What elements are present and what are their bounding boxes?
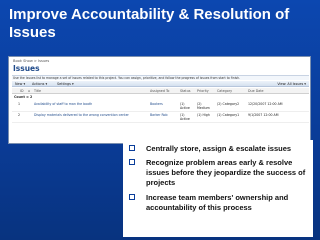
table-row[interactable]: 1 Availability of staff to man the booth… <box>12 101 309 112</box>
row-assigned-to[interactable]: Barker Rob <box>150 113 168 117</box>
square-bullet-icon <box>129 145 135 151</box>
row-due-date: 9/1/2007 12:00 AM <box>248 113 279 117</box>
table-row[interactable]: 2 Display materials delivered to the wro… <box>12 112 309 123</box>
row-title-link[interactable]: Availability of staff to man the booth <box>34 102 146 106</box>
square-bullet-icon <box>129 159 135 165</box>
row-category: (2) Category2 <box>217 102 240 106</box>
row-id: 2 <box>18 113 21 117</box>
row-priority: (2) Medium <box>197 102 210 110</box>
page-title: Issues <box>13 64 40 73</box>
bullet-panel: Centrally store, assign & escalate issue… <box>123 140 313 237</box>
list-description: Use the Issues list to manage a set of i… <box>12 75 309 80</box>
view-selector[interactable]: View: All Issues ▾ <box>277 81 306 87</box>
bullet-text: Recognize problem areas early & resolve … <box>146 158 306 187</box>
new-menu-button[interactable]: New ▾ <box>15 81 25 87</box>
bullet-text: Increase team members' ownership and acc… <box>146 193 289 212</box>
slide-title: Improve Accountability & Resolution of I… <box>9 6 290 41</box>
row-title-link[interactable]: Display materials delivered to the wrong… <box>34 113 146 117</box>
row-assigned-to[interactable]: Bookers <box>150 102 163 106</box>
row-due-date: 12/20/2007 12:00 AM <box>248 102 283 106</box>
row-category: (1) Category1 <box>217 113 240 117</box>
count-group-row[interactable]: Count = 2 <box>12 94 309 101</box>
settings-menu-button[interactable]: Settings ▾ <box>57 81 74 87</box>
sharepoint-issues-screenshot: Book Show > Issues Issues Use the Issues… <box>8 56 311 144</box>
breadcrumb[interactable]: Book Show > Issues <box>13 59 49 63</box>
square-bullet-icon <box>129 194 135 200</box>
bullet-text: Centrally store, assign & escalate issue… <box>146 144 292 153</box>
issues-grid: ⌂ ID Title Assigned To Status Priority C… <box>12 88 309 123</box>
list-toolbar: New ▾ Actions ▾ Settings ▾ View: All Iss… <box>12 81 309 87</box>
row-status: (1) Active <box>180 113 190 121</box>
row-id: 1 <box>18 102 21 106</box>
row-status: (1) Active <box>180 102 190 110</box>
actions-menu-button[interactable]: Actions ▾ <box>32 81 47 87</box>
row-priority: (1) High <box>197 113 210 117</box>
